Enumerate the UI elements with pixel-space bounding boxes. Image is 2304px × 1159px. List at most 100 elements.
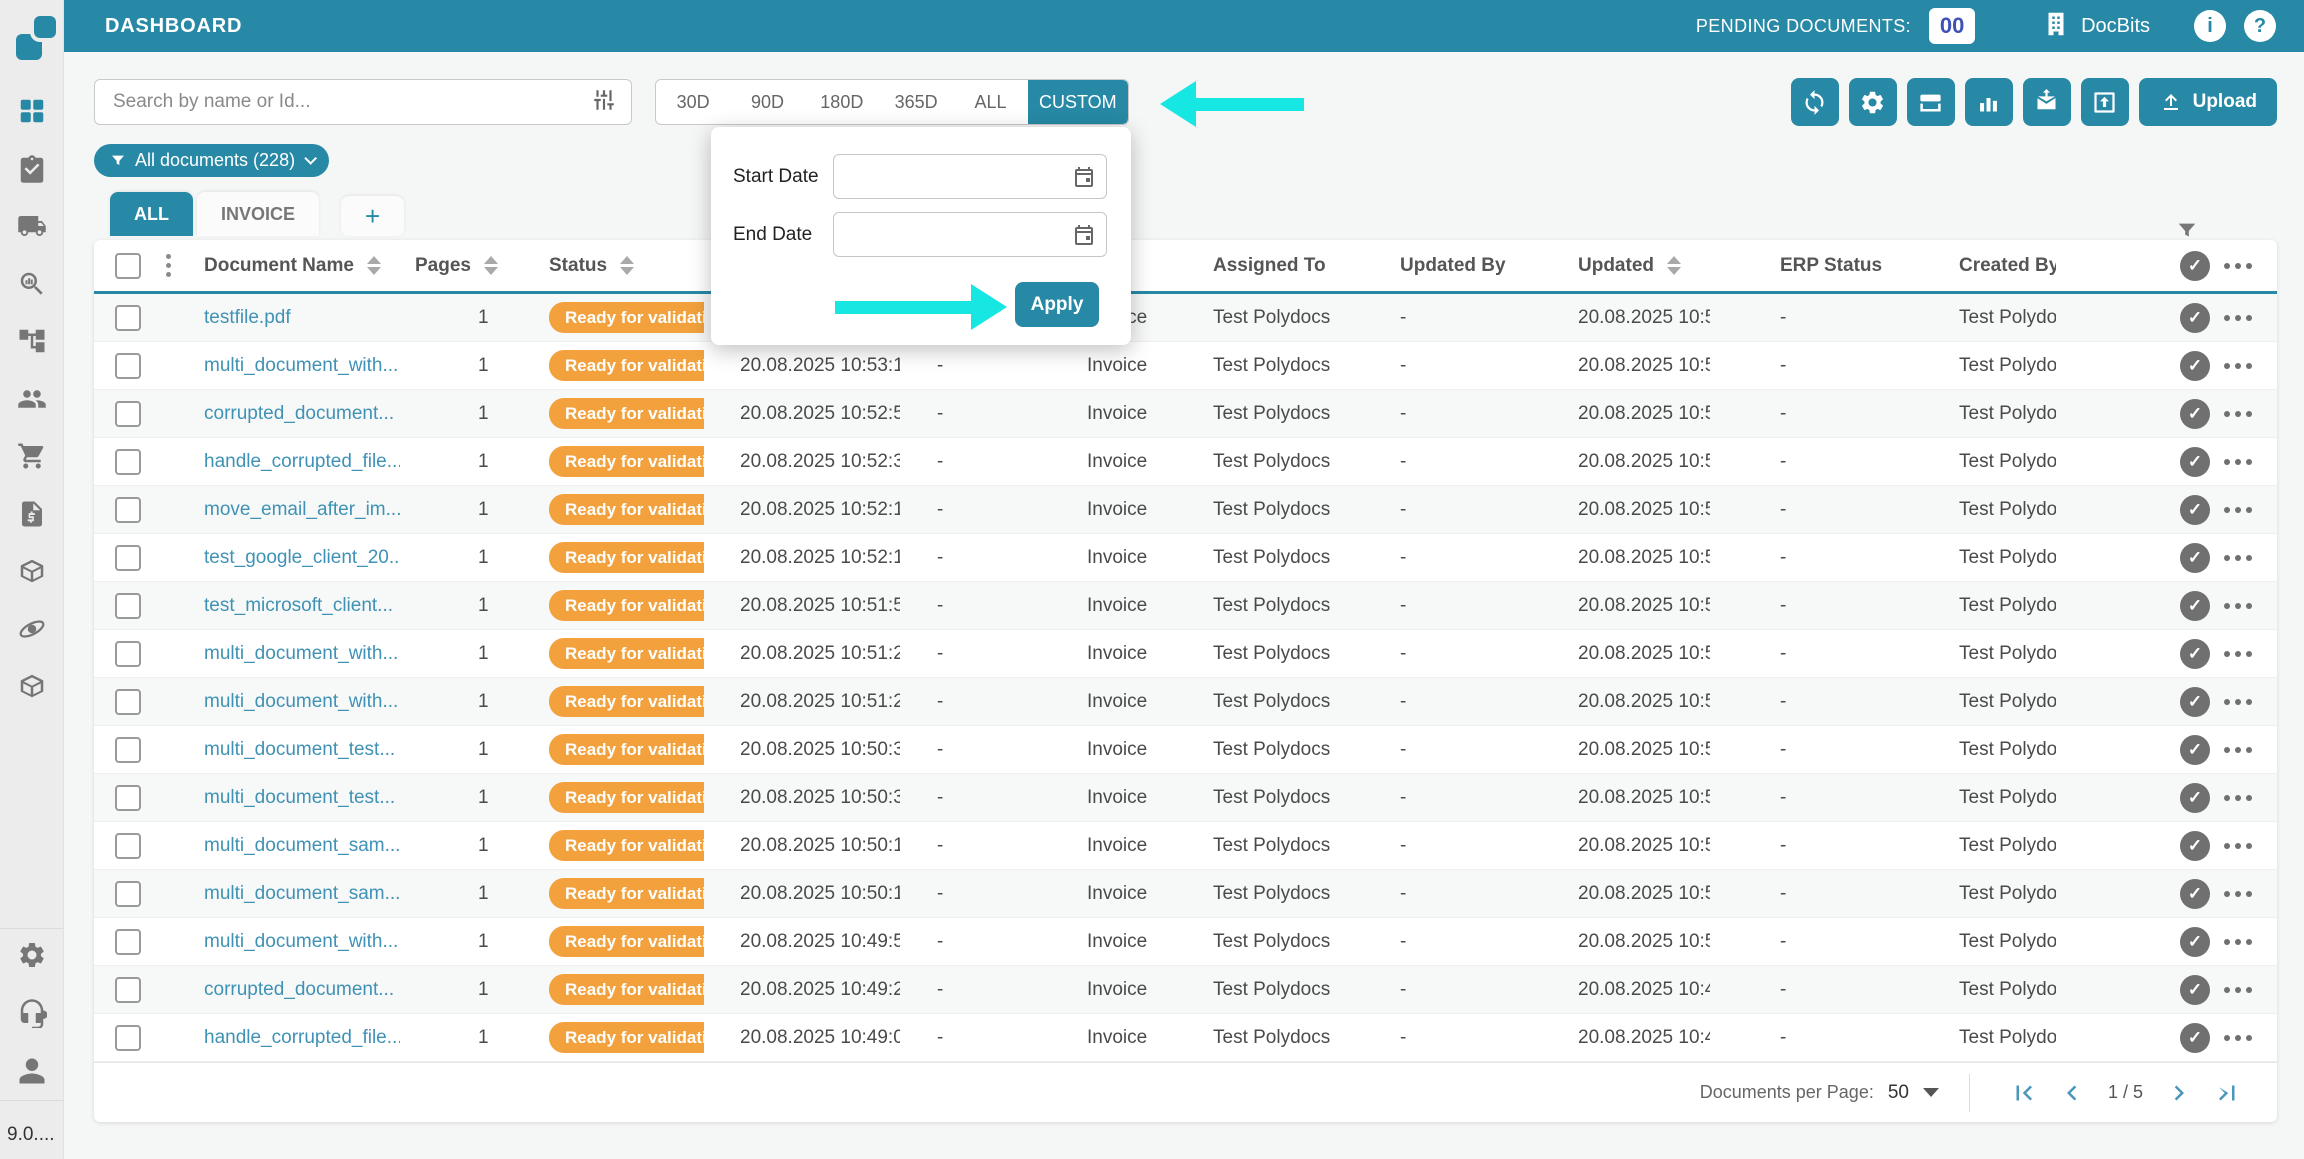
range-all-button[interactable]: ALL — [953, 80, 1027, 124]
document-link[interactable]: multi_document_with... — [204, 931, 398, 953]
document-link[interactable]: corrupted_document... — [204, 403, 394, 425]
start-date-input[interactable] — [833, 154, 1107, 199]
all-documents-filter-pill[interactable]: All documents (228) — [94, 144, 329, 177]
row-checkbox[interactable] — [115, 689, 141, 715]
verified-badge-icon[interactable]: ✓ — [2180, 251, 2210, 281]
document-link[interactable]: testfile.pdf — [204, 307, 291, 329]
verified-badge-icon[interactable]: ✓ — [2180, 1023, 2210, 1053]
apply-button[interactable]: Apply — [1015, 282, 1099, 327]
previous-page-button[interactable] — [2057, 1078, 2087, 1108]
sidebar-item-dashboard-grid[interactable] — [15, 94, 49, 128]
verified-badge-icon[interactable]: ✓ — [2180, 543, 2210, 573]
sidebar-item-package[interactable] — [15, 554, 49, 588]
verified-badge-icon[interactable]: ✓ — [2180, 495, 2210, 525]
verified-badge-icon[interactable]: ✓ — [2180, 879, 2210, 909]
verified-badge-icon[interactable]: ✓ — [2180, 303, 2210, 333]
more-actions-icon[interactable] — [2224, 747, 2252, 753]
sidebar-item-shipping-truck[interactable] — [15, 209, 49, 243]
box-upload-button[interactable] — [2081, 78, 2129, 126]
per-page-caret-icon[interactable] — [1923, 1088, 1939, 1097]
app-logo-icon[interactable] — [16, 16, 56, 60]
document-link[interactable]: multi_document_with... — [204, 643, 398, 665]
sidebar-item-workflow-tree[interactable] — [15, 324, 49, 358]
tab-add[interactable]: + — [341, 196, 404, 236]
end-date-input[interactable] — [833, 212, 1107, 257]
sidebar-item-support-headset[interactable] — [15, 996, 49, 1030]
sort-icon[interactable] — [620, 256, 634, 275]
verified-badge-icon[interactable]: ✓ — [2180, 975, 2210, 1005]
document-link[interactable]: multi_document_with... — [204, 355, 398, 377]
document-link[interactable]: move_email_after_im... — [204, 499, 400, 521]
kebab-menu-icon[interactable] — [166, 254, 171, 277]
sidebar-item-users[interactable] — [15, 382, 49, 416]
row-checkbox[interactable] — [115, 929, 141, 955]
row-checkbox[interactable] — [115, 449, 141, 475]
upload-button[interactable]: Upload — [2139, 78, 2277, 126]
verified-badge-icon[interactable]: ✓ — [2180, 783, 2210, 813]
refresh-button[interactable] — [1791, 78, 1839, 126]
more-actions-icon[interactable] — [2224, 507, 2252, 513]
scanner-button[interactable] — [1907, 78, 1955, 126]
verified-badge-icon[interactable]: ✓ — [2180, 591, 2210, 621]
verified-badge-icon[interactable]: ✓ — [2180, 351, 2210, 381]
document-link[interactable]: multi_document_sam... — [204, 883, 400, 905]
more-actions-icon[interactable] — [2224, 651, 2252, 657]
document-link[interactable]: test_microsoft_client... — [204, 595, 393, 617]
row-checkbox[interactable] — [115, 1025, 141, 1051]
sort-icon[interactable] — [367, 256, 381, 275]
search-input[interactable] — [113, 91, 591, 113]
more-actions-icon[interactable] — [2224, 891, 2252, 897]
range-30d-button[interactable]: 30D — [656, 80, 730, 124]
more-actions-icon[interactable] — [2224, 987, 2252, 993]
table-filter-funnel-icon[interactable] — [2176, 220, 2198, 238]
row-checkbox[interactable] — [115, 737, 141, 763]
row-checkbox[interactable] — [115, 497, 141, 523]
select-all-checkbox[interactable] — [115, 253, 141, 279]
settings-gear-button[interactable] — [1849, 78, 1897, 126]
more-actions-icon[interactable] — [2224, 603, 2252, 609]
info-icon[interactable]: i — [2194, 10, 2226, 42]
more-actions-icon[interactable] — [2224, 939, 2252, 945]
document-link[interactable]: multi_document_test... — [204, 739, 395, 761]
document-link[interactable]: multi_document_test... — [204, 787, 395, 809]
document-link[interactable]: corrupted_document... — [204, 979, 394, 1001]
document-link[interactable]: handle_corrupted_file... — [204, 451, 400, 473]
sidebar-item-cart[interactable] — [15, 439, 49, 473]
verified-badge-icon[interactable]: ✓ — [2180, 399, 2210, 429]
document-link[interactable]: test_google_client_20... — [204, 547, 400, 569]
row-checkbox[interactable] — [115, 593, 141, 619]
row-checkbox[interactable] — [115, 833, 141, 859]
row-checkbox[interactable] — [115, 353, 141, 379]
row-checkbox[interactable] — [115, 641, 141, 667]
row-checkbox[interactable] — [115, 545, 141, 571]
more-actions-icon[interactable] — [2224, 411, 2252, 417]
more-actions-icon[interactable] — [2224, 263, 2252, 269]
sort-icon[interactable] — [484, 256, 498, 275]
range-365d-button[interactable]: 365D — [879, 80, 953, 124]
more-actions-icon[interactable] — [2224, 843, 2252, 849]
document-link[interactable]: multi_document_with... — [204, 691, 398, 713]
last-page-button[interactable] — [2212, 1078, 2242, 1108]
range-custom-button[interactable]: CUSTOM — [1028, 80, 1128, 124]
sidebar-item-insights-search[interactable] — [15, 267, 49, 301]
per-page-value[interactable]: 50 — [1888, 1082, 1909, 1104]
sidebar-item-settings-gear[interactable] — [15, 938, 49, 972]
first-page-button[interactable] — [2009, 1078, 2039, 1108]
tab-all[interactable]: ALL — [110, 192, 193, 236]
tab-invoice[interactable]: INVOICE — [197, 192, 319, 236]
sidebar-item-profile-person[interactable] — [15, 1054, 49, 1088]
tune-sliders-icon[interactable] — [591, 87, 617, 118]
sidebar-item-tasks-clipboard[interactable] — [15, 152, 49, 186]
sidebar-item-invoice-document[interactable] — [15, 497, 49, 531]
verified-badge-icon[interactable]: ✓ — [2180, 639, 2210, 669]
more-actions-icon[interactable] — [2224, 555, 2252, 561]
range-180d-button[interactable]: 180D — [805, 80, 879, 124]
verified-badge-icon[interactable]: ✓ — [2180, 735, 2210, 765]
verified-badge-icon[interactable]: ✓ — [2180, 687, 2210, 717]
more-actions-icon[interactable] — [2224, 795, 2252, 801]
sidebar-item-integration-orbit[interactable] — [15, 612, 49, 646]
row-checkbox[interactable] — [115, 401, 141, 427]
verified-badge-icon[interactable]: ✓ — [2180, 831, 2210, 861]
document-link[interactable]: multi_document_sam... — [204, 835, 400, 857]
sidebar-item-package-alt[interactable] — [15, 669, 49, 703]
